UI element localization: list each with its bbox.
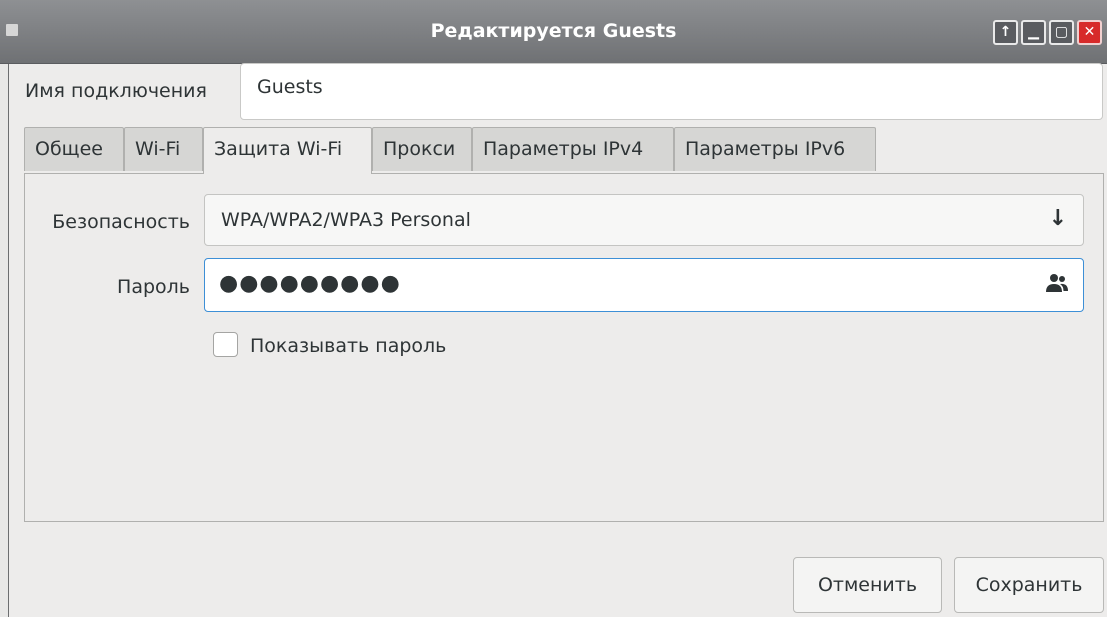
maximize-button[interactable]: ▢ [1049, 20, 1074, 45]
security-label: Безопасность [52, 211, 190, 233]
tab-ipv4[interactable]: Параметры IPv4 [472, 127, 674, 171]
connection-name-label: Имя подключения [25, 80, 207, 102]
window-title: Редактируется Guests [430, 20, 677, 42]
password-input[interactable]: ●●●●●●●●● [204, 258, 1084, 312]
password-masked-value: ●●●●●●●●● [219, 271, 401, 296]
arrow-down-icon: ↓ [1048, 206, 1067, 231]
password-label: Пароль [117, 276, 190, 298]
cancel-button[interactable]: Отменить [793, 557, 942, 613]
show-password-checkbox[interactable] [213, 332, 238, 357]
tab-wifi[interactable]: Wi-Fi [124, 127, 203, 171]
tab-general[interactable]: Общее [24, 127, 124, 171]
users-icon[interactable] [1045, 273, 1069, 293]
shade-button[interactable]: ↑ [993, 20, 1018, 45]
tab-proxy[interactable]: Прокси [372, 127, 472, 171]
security-selected-value: WPA/WPA2/WPA3 Personal [221, 209, 471, 231]
connection-name-input[interactable]: Guests [240, 63, 1103, 120]
close-button[interactable]: ✕ [1077, 20, 1102, 45]
show-password-label[interactable]: Показывать пароль [250, 335, 446, 357]
save-button[interactable]: Сохранить [954, 557, 1104, 613]
minimize-button[interactable]: ▁ [1021, 20, 1046, 45]
tab-wifi-security[interactable]: Защита Wi-Fi [203, 127, 372, 174]
title-bar[interactable]: Редактируется Guests ↑ ▁ ▢ ✕ [0, 0, 1107, 64]
security-select[interactable]: WPA/WPA2/WPA3 Personal ↓ [204, 194, 1084, 246]
tab-ipv6[interactable]: Параметры IPv6 [674, 127, 876, 171]
